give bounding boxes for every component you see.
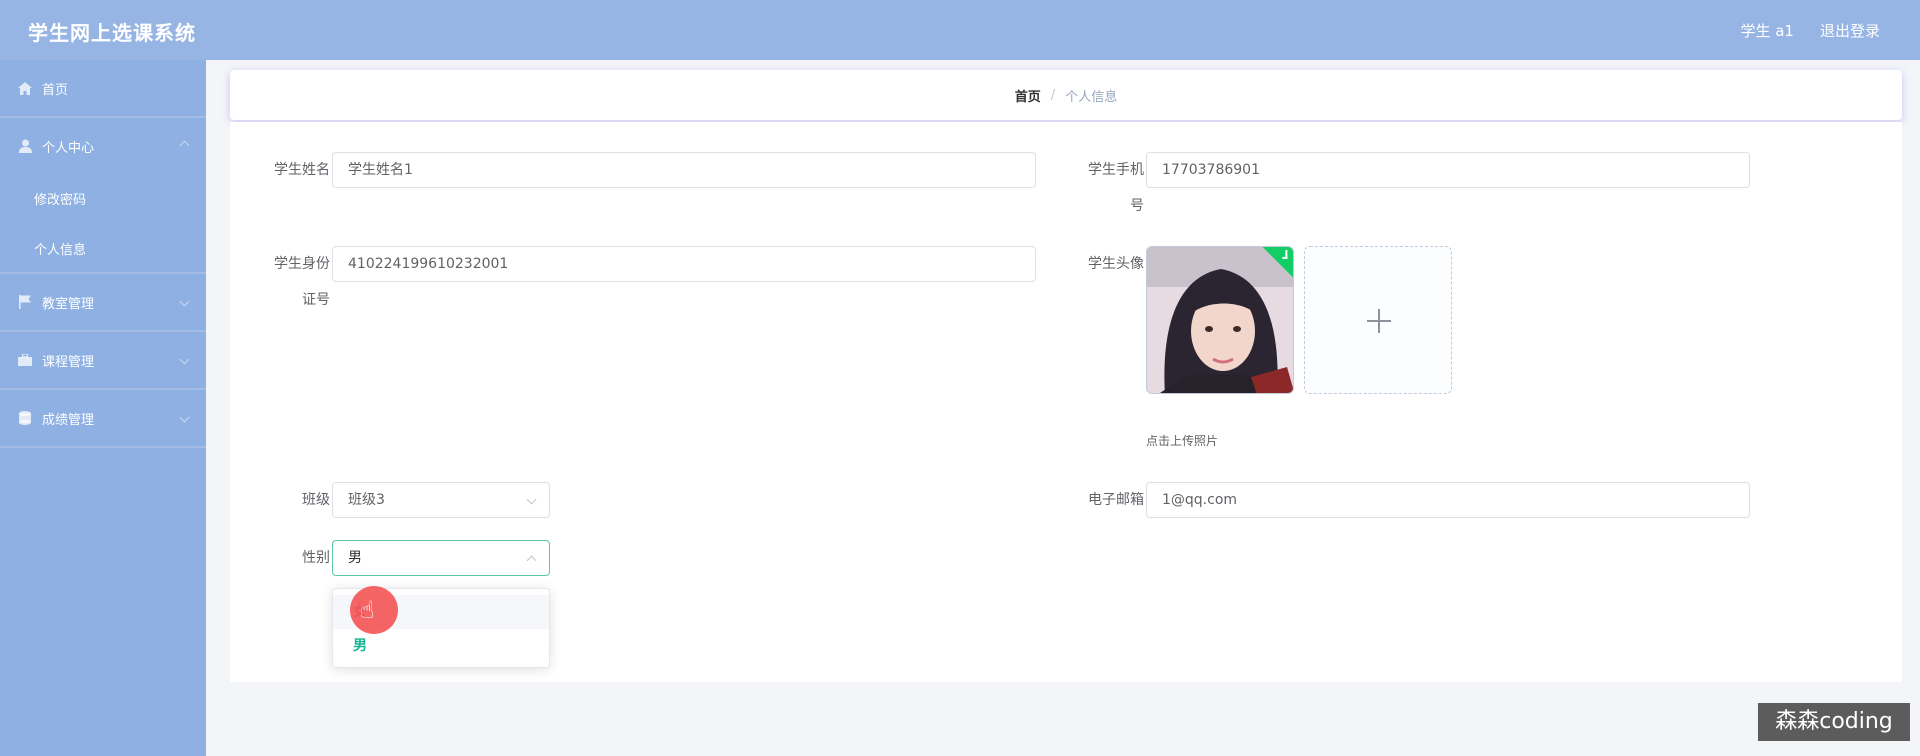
student-name-label: 学生姓名 [274, 162, 330, 178]
briefcase-icon [18, 353, 32, 367]
chevron-down-icon [179, 296, 190, 307]
top-right-actions: 学生 a1 退出登录 [1740, 20, 1880, 41]
sidebar-item-label: 成绩管理 [42, 412, 95, 428]
sidebar-item-grade-management[interactable]: 成绩管理 [0, 390, 206, 446]
student-phone-label: 学生手机 [1088, 162, 1144, 178]
student-id-label: 学生身份 [274, 256, 330, 272]
sidebar-item-label: 课程管理 [42, 354, 95, 370]
avatar-thumbnail[interactable] [1146, 246, 1294, 394]
sidebar-item-label: 个人中心 [42, 140, 95, 156]
home-icon [18, 81, 32, 95]
logout-button[interactable]: 退出登录 [1820, 20, 1880, 41]
sidebar-item-change-password[interactable]: 修改密码 [0, 174, 206, 222]
student-name-input[interactable]: 学生姓名1 [332, 152, 1036, 188]
current-user-label[interactable]: 学生 a1 [1740, 20, 1794, 41]
student-id-label-cont: 证号 [302, 292, 330, 308]
user-icon [18, 139, 32, 153]
sidebar-item-label: 修改密码 [34, 192, 87, 208]
student-phone-label-cont: 号 [1130, 198, 1144, 214]
breadcrumb-home[interactable]: 首页 [1015, 86, 1041, 105]
sidebar-item-label: 教室管理 [42, 296, 95, 312]
sidebar-item-label: 个人信息 [34, 242, 87, 258]
avatar-photo [1147, 247, 1293, 393]
sidebar-item-personal-center[interactable]: 个人中心 [0, 118, 206, 174]
flag-icon [18, 295, 32, 309]
sidebar-item-home[interactable]: 首页 [0, 60, 206, 116]
chevron-down-icon [526, 494, 537, 505]
student-avatar-label: 学生头像 [1088, 256, 1144, 272]
gender-select[interactable]: 男 [332, 540, 550, 576]
sidebar-item-label: 首页 [42, 82, 69, 98]
email-input[interactable]: 1@qq.com [1146, 482, 1750, 518]
student-phone-input[interactable]: 17703786901 [1146, 152, 1750, 188]
sidebar-divider [0, 446, 206, 448]
top-bar: 学生网上选课系统 学生 a1 退出登录 [0, 0, 1920, 60]
sidebar-item-classroom-management[interactable]: 教室管理 [0, 274, 206, 330]
sidebar-item-course-management[interactable]: 课程管理 [0, 332, 206, 388]
database-icon [18, 411, 32, 425]
breadcrumb-current: 个人信息 [1065, 89, 1118, 105]
hand-pointer-icon: ☝ [360, 596, 375, 624]
gender-select-value: 男 [348, 550, 362, 566]
breadcrumb-separator: / [1050, 87, 1056, 103]
gender-option-male[interactable]: 男 [333, 629, 549, 663]
avatar-upload-button[interactable] [1304, 246, 1452, 394]
chevron-down-icon [179, 412, 190, 423]
class-label: 班级 [302, 492, 330, 508]
class-select[interactable]: 班级3 [332, 482, 550, 518]
chevron-down-icon [179, 354, 190, 365]
sidebar: 首页 个人中心 修改密码 个人信息 教室管理 课程管理 成绩管理 [0, 60, 206, 756]
check-icon [1282, 249, 1288, 259]
chevron-up-icon [526, 555, 537, 566]
gender-label: 性别 [302, 550, 330, 566]
student-id-input[interactable]: 410224199610232001 [332, 246, 1036, 282]
sidebar-item-personal-info[interactable]: 个人信息 [0, 224, 206, 272]
chevron-up-icon [179, 140, 190, 151]
upload-tip: 点击上传照片 [1146, 434, 1219, 448]
class-select-value: 班级3 [348, 492, 385, 508]
watermark: 森森coding [1758, 703, 1910, 741]
email-label: 电子邮箱 [1088, 492, 1144, 508]
app-title: 学生网上选课系统 [28, 21, 196, 45]
plus-icon-vertical [1378, 309, 1380, 333]
breadcrumb: 首页 / 个人信息 [230, 70, 1902, 120]
